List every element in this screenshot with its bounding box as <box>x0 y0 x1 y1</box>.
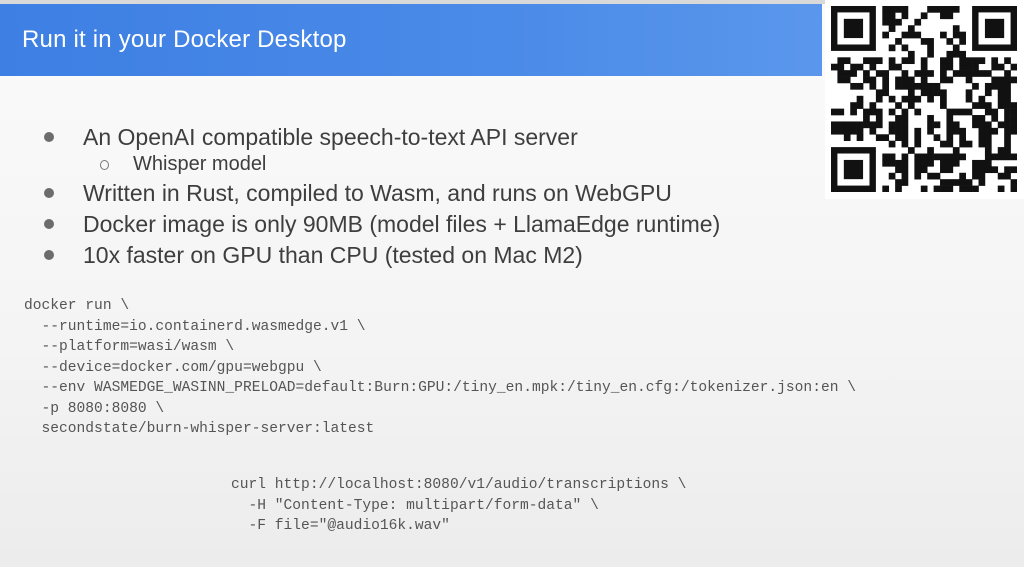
bullet-list: An OpenAI compatible speech-to-text API … <box>38 122 818 271</box>
code-line: -F file="@audio16k.wav" <box>231 518 450 534</box>
code-line: -p 8080:8080 \ <box>24 400 165 417</box>
qr-code <box>825 0 1024 199</box>
code-line: curl http://localhost:8080/v1/audio/tran… <box>231 477 687 493</box>
qr-code-icon <box>831 6 1017 192</box>
bullet-dot-icon <box>44 132 54 142</box>
slide: Run it in your Docker Desktop An OpenAI … <box>0 0 1024 567</box>
code-line: -H "Content-Type: multipart/form-data" \ <box>231 497 599 514</box>
code-line: --env WASMEDGE_WASINN_PRELOAD=default:Bu… <box>24 380 856 396</box>
code-line: --device=docker.com/gpu=webgpu \ <box>24 359 322 376</box>
code-line: secondstate/burn-whisper-server:latest <box>24 421 375 437</box>
bullet-item: An OpenAI compatible speech-to-text API … <box>38 122 818 153</box>
curl-command: curl http://localhost:8080/v1/audio/tran… <box>231 475 686 537</box>
title-bar: Run it in your Docker Desktop <box>0 4 822 76</box>
sub-bullet-ring-icon <box>100 160 109 170</box>
code-line: docker run \ <box>24 298 130 314</box>
bullet-dot-icon <box>44 219 54 229</box>
slide-title: Run it in your Docker Desktop <box>22 26 347 53</box>
bullet-dot-icon <box>44 188 54 198</box>
sub-bullet-item: Whisper model <box>38 150 818 178</box>
code-line: --runtime=io.containerd.wasmedge.v1 \ <box>24 318 366 335</box>
bullet-item: Docker image is only 90MB (model files +… <box>38 209 818 240</box>
code-line: --platform=wasi/wasm \ <box>24 339 235 355</box>
bullet-item: Written in Rust, compiled to Wasm, and r… <box>38 178 818 209</box>
docker-run-command: docker run \ --runtime=io.containerd.was… <box>24 296 856 440</box>
bullet-item: 10x faster on GPU than CPU (tested on Ma… <box>38 240 818 271</box>
bullet-dot-icon <box>44 250 54 260</box>
